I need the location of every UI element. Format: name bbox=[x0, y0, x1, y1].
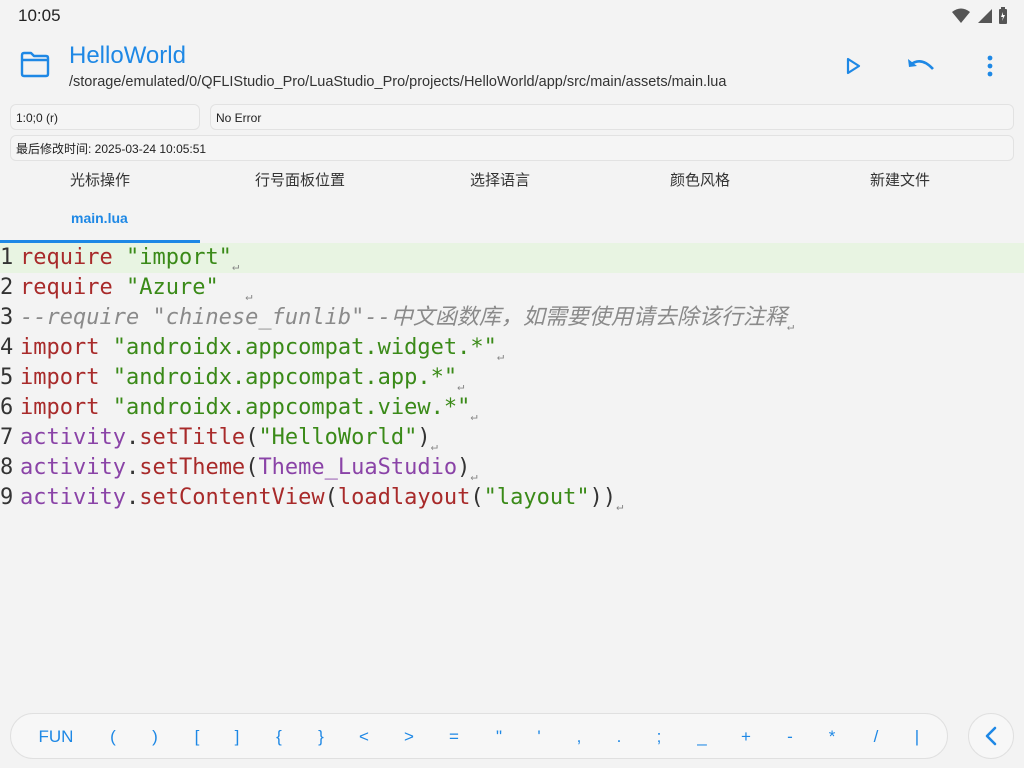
key-symbol[interactable]: , bbox=[569, 714, 589, 760]
status-time: 10:05 bbox=[18, 6, 61, 25]
new-file-menu[interactable]: 新建文件 bbox=[870, 169, 930, 190]
line-number: 6 bbox=[0, 395, 14, 420]
key-symbol[interactable]: ] bbox=[227, 714, 247, 760]
key-symbol[interactable]: ( bbox=[103, 714, 123, 760]
last-modified-field: 最后修改时间: 2025-03-24 10:05:51 bbox=[10, 135, 1014, 161]
cursor-ops-menu[interactable]: 光标操作 bbox=[70, 169, 130, 190]
status-icons bbox=[952, 7, 1008, 25]
line-number: 2 bbox=[0, 275, 14, 300]
project-title: HelloWorld bbox=[69, 42, 186, 69]
tab-main-lua[interactable]: main.lua bbox=[0, 200, 200, 243]
status-bar: 10:05 bbox=[0, 0, 1024, 32]
undo-icon bbox=[908, 59, 934, 70]
key-symbol[interactable]: { bbox=[269, 714, 289, 760]
code-line: 3 --require "chinese_funlib"--中文函数库，如需要使用… bbox=[0, 305, 795, 333]
code-line: 5 import "androidx.appcompat.app.*"↵ bbox=[0, 365, 465, 393]
key-symbol[interactable]: " bbox=[489, 714, 509, 760]
code-line: 1 require "import"↵ bbox=[0, 243, 1024, 273]
code-line: 2 require "Azure" ↵ bbox=[0, 275, 253, 303]
play-icon bbox=[846, 57, 861, 75]
key-symbol[interactable]: [ bbox=[187, 714, 207, 760]
folder-icon bbox=[20, 51, 50, 78]
key-symbol[interactable]: ; bbox=[649, 714, 669, 760]
code-line: 4 import "androidx.appcompat.widget.*"↵ bbox=[0, 335, 505, 363]
key-symbol[interactable]: . bbox=[609, 714, 629, 760]
chevron-left-icon bbox=[985, 726, 997, 746]
signal-icon bbox=[978, 9, 992, 23]
code-line: 7 activity.setTitle("HelloWorld")↵ bbox=[0, 425, 438, 453]
battery-icon bbox=[999, 7, 1007, 24]
code-editor[interactable]: 1 require "import"↵ 2 require "Azure" ↵ 3-… bbox=[0, 243, 1024, 703]
key-fun[interactable]: FUN bbox=[33, 714, 79, 760]
file-path: /storage/emulated/0/QFLIStudio_Pro/LuaSt… bbox=[69, 74, 727, 90]
line-number: 8 bbox=[0, 455, 14, 480]
file-tabs: main.lua bbox=[0, 200, 1024, 243]
run-button[interactable] bbox=[835, 48, 871, 84]
error-status-field: No Error bbox=[210, 104, 1014, 130]
key-symbol[interactable]: _ bbox=[692, 714, 712, 760]
editor-toolbar: 光标操作 行号面板位置 选择语言 颜色风格 新建文件 bbox=[0, 163, 1024, 193]
symbol-key-bar: FUN ( ) [ ] { } < > = " ' , . ; _ + - * … bbox=[10, 713, 948, 759]
line-number: 1 bbox=[0, 245, 14, 270]
undo-button[interactable] bbox=[903, 48, 939, 84]
key-symbol[interactable]: ' bbox=[529, 714, 549, 760]
more-vert-icon bbox=[987, 55, 993, 77]
code-line: 9 activity.setContentView(loadlayout("lay… bbox=[0, 485, 624, 513]
wifi-icon bbox=[952, 8, 970, 23]
key-symbol[interactable]: < bbox=[354, 714, 374, 760]
app-bar: HelloWorld /storage/emulated/0/QFLIStudi… bbox=[0, 32, 1024, 100]
line-number: 3 bbox=[0, 305, 14, 330]
code-line: 6 import "androidx.appcompat.view.*"↵ bbox=[0, 395, 478, 423]
cursor-position-field: 1:0;0 (r) bbox=[10, 104, 200, 130]
line-number: 4 bbox=[0, 335, 14, 360]
more-options-button[interactable] bbox=[972, 48, 1008, 84]
key-symbol[interactable]: ) bbox=[145, 714, 165, 760]
collapse-keys-button[interactable] bbox=[968, 713, 1014, 759]
line-number: 9 bbox=[0, 485, 14, 510]
line-number: 5 bbox=[0, 365, 14, 390]
key-symbol[interactable]: / bbox=[866, 714, 886, 760]
select-language-menu[interactable]: 选择语言 bbox=[470, 169, 530, 190]
line-number: 7 bbox=[0, 425, 14, 450]
key-symbol[interactable]: } bbox=[311, 714, 331, 760]
color-style-menu[interactable]: 颜色风格 bbox=[670, 169, 730, 190]
key-symbol[interactable]: > bbox=[399, 714, 419, 760]
folder-button[interactable] bbox=[18, 49, 52, 79]
key-symbol[interactable]: + bbox=[736, 714, 756, 760]
tab-label: main.lua bbox=[71, 210, 128, 226]
line-panel-position-menu[interactable]: 行号面板位置 bbox=[255, 169, 345, 190]
key-symbol[interactable]: * bbox=[822, 714, 842, 760]
key-symbol[interactable]: - bbox=[780, 714, 800, 760]
key-symbol[interactable]: | bbox=[907, 714, 927, 760]
code-line: 8 activity.setTheme(Theme_LuaStudio)↵ bbox=[0, 455, 478, 483]
key-symbol[interactable]: = bbox=[444, 714, 464, 760]
